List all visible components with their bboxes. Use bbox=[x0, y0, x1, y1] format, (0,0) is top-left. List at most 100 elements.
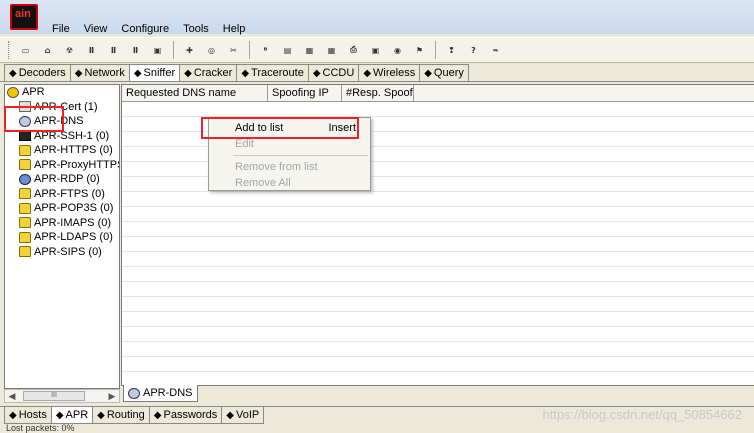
toolbar-separator bbox=[173, 41, 174, 59]
tree-item[interactable]: APR-ProxyHTTPS (0 bbox=[5, 158, 119, 173]
router-icon[interactable]: ⚑ bbox=[410, 41, 429, 60]
wireless-icon[interactable]: ◉ bbox=[388, 41, 407, 60]
save-icon[interactable]: ⌂ bbox=[38, 41, 57, 60]
subtab-label: APR-DNS bbox=[143, 387, 193, 399]
hash-icon[interactable]: ▦ bbox=[322, 41, 341, 60]
info-icon[interactable]: ? bbox=[464, 41, 483, 60]
bottom-tab-apr[interactable]: ◆ APR bbox=[50, 407, 94, 424]
tree-item[interactable]: APR-FTPS (0) bbox=[5, 187, 119, 202]
help-icon[interactable]: ❢ bbox=[442, 41, 461, 60]
tab-traceroute[interactable]: ◆ Traceroute bbox=[236, 64, 309, 81]
menu-view[interactable]: View bbox=[82, 23, 110, 35]
tab-label: Traceroute bbox=[251, 67, 304, 79]
lock-icon bbox=[19, 188, 31, 200]
tab-label: Hosts bbox=[18, 409, 47, 421]
display-icon[interactable]: ▣ bbox=[148, 41, 167, 60]
menu-item-label: Edit bbox=[235, 138, 254, 150]
ntlm-icon[interactable]: ▦ bbox=[300, 41, 319, 60]
tree-item[interactable]: APR-DNS bbox=[5, 114, 119, 129]
tab-network[interactable]: ◆ Network bbox=[69, 64, 130, 81]
tree-item-label: APR-ProxyHTTPS (0 bbox=[34, 158, 120, 171]
tree-item[interactable]: APR-SIPS (0) bbox=[5, 245, 119, 260]
voip-icon: ◆ bbox=[226, 409, 234, 421]
menu-file[interactable]: File bbox=[50, 23, 72, 35]
cracker-icon[interactable]: ✂ bbox=[224, 41, 243, 60]
tab-label: Decoders bbox=[18, 67, 66, 79]
tree-horizontal-scrollbar[interactable]: ◀ III ▶ bbox=[4, 389, 120, 403]
column-spoofing-ip[interactable]: Spoofing IP bbox=[268, 85, 342, 101]
reset-icon-2[interactable]: Ⅱ bbox=[104, 41, 123, 60]
toolbar-grip[interactable] bbox=[8, 41, 11, 59]
tree-item-label: APR-FTPS (0) bbox=[34, 187, 105, 200]
reset-icon[interactable]: Ⅱ bbox=[82, 41, 101, 60]
tree-item-label: APR-IMAPS (0) bbox=[34, 216, 112, 229]
tab-label: CCDU bbox=[322, 67, 355, 79]
tab-sniffer[interactable]: ◆ Sniffer bbox=[128, 64, 181, 81]
open-icon[interactable]: ▭ bbox=[16, 41, 35, 60]
tree-item[interactable]: APR-POP3S (0) bbox=[5, 201, 119, 216]
scroll-left-arrow-icon[interactable]: ◀ bbox=[5, 391, 19, 402]
menu-item-add-to-list[interactable]: Add to list Insert bbox=[209, 120, 370, 136]
menu-configure[interactable]: Configure bbox=[119, 23, 171, 35]
tree-item[interactable]: APR-RDP (0) bbox=[5, 172, 119, 187]
apr-tree[interactable]: APR APR-Cert (1) APR-DNS APR-SSH-1 (0) APR-… bbox=[4, 84, 120, 389]
base64-icon[interactable]: ᴮ bbox=[256, 41, 275, 60]
tab-label: Passwords bbox=[163, 409, 218, 421]
net-icon bbox=[19, 115, 31, 127]
tree-item-label: APR-RDP (0) bbox=[34, 173, 100, 186]
apr-icon[interactable]: ☢ bbox=[60, 41, 79, 60]
cracker-icon: ◆ bbox=[184, 67, 192, 79]
tab-query[interactable]: ◆ Query bbox=[419, 64, 469, 81]
tab-ccdu[interactable]: ◆ CCDU bbox=[307, 64, 360, 81]
bottom-tab-routing[interactable]: ◆ Routing bbox=[92, 407, 150, 424]
tab-decoders[interactable]: ◆ Decoders bbox=[4, 64, 71, 81]
bottom-tab-passwords[interactable]: ◆ Passwords bbox=[148, 407, 223, 424]
scroll-thumb[interactable]: III bbox=[23, 391, 85, 401]
sniffer-icon[interactable]: ◎ bbox=[202, 41, 221, 60]
tree-item-label: APR-POP3S (0) bbox=[34, 202, 114, 215]
scroll-right-arrow-icon[interactable]: ▶ bbox=[105, 391, 119, 402]
tab-label: VoIP bbox=[235, 409, 260, 421]
menu-item-remove-all[interactable]: Remove All bbox=[209, 175, 370, 191]
menu-tools[interactable]: Tools bbox=[181, 23, 211, 35]
lock-icon bbox=[19, 144, 31, 156]
tree-item-label: APR-LDAPS (0) bbox=[34, 231, 113, 244]
cert-icon[interactable]: ▤ bbox=[278, 41, 297, 60]
tree-item-label: APR-SSH-1 (0) bbox=[34, 129, 110, 142]
key-icon[interactable]: ⎙ bbox=[344, 41, 363, 60]
menu-help[interactable]: Help bbox=[221, 23, 248, 35]
column-resp-spoof[interactable]: #Resp. Spoof... bbox=[342, 85, 414, 101]
menu-item-remove-from-list[interactable]: Remove from list bbox=[209, 159, 370, 175]
bottom-tab-hosts[interactable]: ◆ Hosts bbox=[4, 407, 52, 424]
tab-label: Sniffer bbox=[143, 67, 176, 79]
menu-bar: File View Configure Tools Help bbox=[0, 20, 754, 37]
lock-icon bbox=[19, 217, 31, 229]
menu-item-edit[interactable]: Edit bbox=[209, 136, 370, 152]
tab-label: Network bbox=[84, 67, 125, 79]
tree-item[interactable]: APR-Cert (1) bbox=[5, 100, 119, 115]
tree-item-label: APR-HTTPS (0) bbox=[34, 144, 113, 157]
add-icon[interactable]: ✚ bbox=[180, 41, 199, 60]
wireless-icon: ◆ bbox=[363, 67, 372, 79]
toolbar: ▭ ⌂ ☢ Ⅱ Ⅱ Ⅱ ▣ ✚ ◎ ✂ ᴮ ▤ ▦ ▦ ⎙ ▣ ◉ ⚑ ❢? ⫬ bbox=[0, 37, 754, 63]
reset-icon-3[interactable]: Ⅱ bbox=[126, 41, 145, 60]
tree-item[interactable]: APR-IMAPS (0) bbox=[5, 216, 119, 231]
rdp-icon bbox=[19, 173, 31, 185]
tree-item[interactable]: APR-LDAPS (0) bbox=[5, 230, 119, 245]
tree-root-apr[interactable]: APR bbox=[5, 85, 119, 100]
cert-icon bbox=[19, 101, 31, 113]
ccdu-icon: ◆ bbox=[312, 67, 321, 79]
lock-icon bbox=[19, 159, 31, 171]
subtab-apr-dns[interactable]: APR-DNS bbox=[123, 385, 198, 402]
tree-item[interactable]: APR-HTTPS (0) bbox=[5, 143, 119, 158]
tab-wireless[interactable]: ◆ Wireless bbox=[358, 64, 421, 81]
tree-item-label: APR-Cert (1) bbox=[34, 100, 98, 113]
about-icon[interactable]: ⫬ bbox=[486, 41, 505, 60]
tree-item[interactable]: APR-SSH-1 (0) bbox=[5, 129, 119, 144]
menu-item-label: Remove from list bbox=[235, 161, 318, 173]
tab-cracker[interactable]: ◆ Cracker bbox=[179, 64, 238, 81]
tab-label: Query bbox=[433, 67, 464, 79]
bottom-tab-voip[interactable]: ◆ VoIP bbox=[221, 407, 265, 424]
column-requested-dns-name[interactable]: Requested DNS name bbox=[122, 85, 268, 101]
lsa-icon[interactable]: ▣ bbox=[366, 41, 385, 60]
